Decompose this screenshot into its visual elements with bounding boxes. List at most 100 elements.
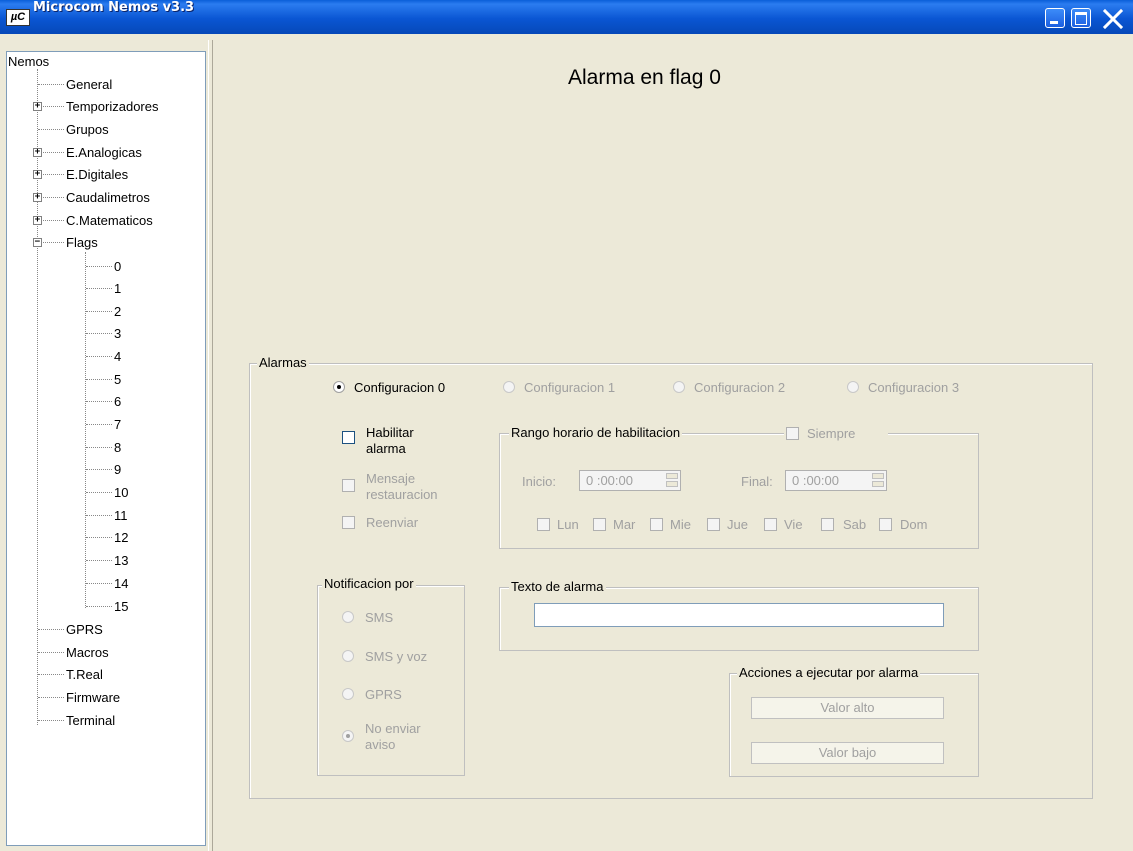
tree-item-caudalimetros[interactable]: Caudalimetros (66, 190, 150, 205)
tree-item-t-real[interactable]: T.Real (66, 667, 103, 682)
tree-item-flag[interactable]: 3 (114, 326, 121, 341)
panel-splitter[interactable] (208, 40, 213, 851)
tree-item-flag[interactable]: 8 (114, 440, 121, 455)
tree-item-flag[interactable]: 2 (114, 304, 121, 319)
reenviar-label[interactable]: Reenviar (366, 515, 418, 530)
habilitar-alarma-checkbox[interactable] (342, 431, 355, 444)
day-mie-label[interactable]: Mie (670, 517, 691, 532)
notif-no-enviar-radio[interactable] (342, 730, 354, 742)
valor-bajo-button[interactable]: Valor bajo (751, 742, 944, 764)
mensaje-restauracion-label[interactable]: Mensaje (366, 471, 415, 486)
expand-icon[interactable]: + (33, 193, 42, 202)
texto-alarma-legend: Texto de alarma (509, 579, 606, 594)
notificacion-legend: Notificacion por (322, 576, 416, 591)
config-0-radio[interactable] (333, 381, 345, 393)
day-dom-checkbox[interactable] (879, 518, 892, 531)
close-button[interactable] (1099, 8, 1127, 30)
config-1-radio[interactable] (503, 381, 515, 393)
day-lun-checkbox[interactable] (537, 518, 550, 531)
tree-item-flags[interactable]: Flags (66, 235, 98, 250)
tree-item-flag[interactable]: 14 (114, 576, 128, 591)
day-mar-label[interactable]: Mar (613, 517, 635, 532)
expand-icon[interactable]: + (33, 148, 42, 157)
tree-item-flag[interactable]: 12 (114, 530, 128, 545)
habilitar-alarma-label[interactable]: Habilitar (366, 425, 414, 440)
day-jue-checkbox[interactable] (707, 518, 720, 531)
texto-alarma-input[interactable] (534, 603, 944, 627)
tree-root-nemos[interactable]: Nemos (8, 54, 49, 69)
final-time-picker[interactable]: 0 :00:00 (785, 470, 887, 491)
rango-horario-legend: Rango horario de habilitacion (509, 425, 683, 440)
config-3-radio[interactable] (847, 381, 859, 393)
tree-item-flag[interactable]: 1 (114, 281, 121, 296)
tree-item-firmware[interactable]: Firmware (66, 690, 120, 705)
tree-item-flag[interactable]: 7 (114, 417, 121, 432)
day-vie-label[interactable]: Vie (784, 517, 803, 532)
tree-item-flag[interactable]: 5 (114, 372, 121, 387)
tree-item-flag[interactable]: 11 (114, 508, 128, 523)
tree-item-grupos[interactable]: Grupos (66, 122, 109, 137)
valor-alto-button[interactable]: Valor alto (751, 697, 944, 719)
tree-item-flag[interactable]: 13 (114, 553, 128, 568)
tree-item-flag[interactable]: 15 (114, 599, 128, 614)
expand-icon[interactable]: + (33, 170, 42, 179)
expand-icon[interactable]: + (33, 216, 42, 225)
config-2-label[interactable]: Configuracion 2 (694, 380, 785, 395)
notif-sms-voz-label[interactable]: SMS y voz (365, 649, 427, 664)
maximize-button[interactable] (1071, 8, 1091, 28)
tree-item-flag[interactable]: 0 (114, 259, 121, 274)
day-lun-label[interactable]: Lun (557, 517, 579, 532)
tree-item-flag[interactable]: 10 (114, 485, 128, 500)
alarmas-legend: Alarmas (257, 355, 309, 370)
tree-item-c-matematicos[interactable]: C.Matematicos (66, 213, 153, 228)
reenviar-checkbox[interactable] (342, 516, 355, 529)
window-title: Microcom Nemos v3.3 (33, 0, 195, 15)
config-3-label[interactable]: Configuracion 3 (868, 380, 959, 395)
habilitar-alarma-label[interactable]: alarma (366, 441, 406, 456)
final-label: Final: (741, 474, 773, 489)
title-bar[interactable]: µC Microcom Nemos v3.3 (0, 0, 1133, 34)
config-0-label[interactable]: Configuracion 0 (354, 380, 445, 395)
tree-item-temporizadores[interactable]: Temporizadores (66, 99, 159, 114)
tree-item-flag[interactable]: 9 (114, 462, 121, 477)
notif-sms-voz-radio[interactable] (342, 650, 354, 662)
mensaje-restauracion-checkbox[interactable] (342, 479, 355, 492)
inicio-label: Inicio: (522, 474, 556, 489)
tree-item-gprs[interactable]: GPRS (66, 622, 103, 637)
tree-item-e-digitales[interactable]: E.Digitales (66, 167, 128, 182)
app-logo-icon[interactable]: µC (6, 9, 30, 26)
tree-item-general[interactable]: General (66, 77, 112, 92)
inicio-time-value: 0 :00:00 (586, 473, 633, 488)
tree-item-terminal[interactable]: Terminal (66, 713, 115, 728)
tree-item-e-analogicas[interactable]: E.Analogicas (66, 145, 142, 160)
notif-gprs-radio[interactable] (342, 688, 354, 700)
navigation-tree[interactable]: Nemos General + Temporizadores Grupos + … (6, 51, 206, 846)
collapse-icon[interactable]: − (33, 238, 42, 247)
day-jue-label[interactable]: Jue (727, 517, 748, 532)
day-mar-checkbox[interactable] (593, 518, 606, 531)
day-sab-checkbox[interactable] (821, 518, 834, 531)
siempre-label[interactable]: Siempre (807, 426, 855, 441)
notif-no-enviar-label[interactable]: No enviar (365, 721, 421, 736)
minimize-button[interactable] (1045, 8, 1065, 28)
siempre-checkbox[interactable] (786, 427, 799, 440)
notif-no-enviar-label[interactable]: aviso (365, 737, 395, 752)
inicio-time-picker[interactable]: 0 :00:00 (579, 470, 681, 491)
tree-item-macros[interactable]: Macros (66, 645, 109, 660)
day-sab-label[interactable]: Sab (843, 517, 866, 532)
notif-sms-label[interactable]: SMS (365, 610, 393, 625)
notif-sms-radio[interactable] (342, 611, 354, 623)
day-mie-checkbox[interactable] (650, 518, 663, 531)
config-2-radio[interactable] (673, 381, 685, 393)
close-icon (1102, 8, 1124, 30)
spin-arrows-icon[interactable] (666, 473, 678, 488)
spin-arrows-icon[interactable] (872, 473, 884, 488)
day-vie-checkbox[interactable] (764, 518, 777, 531)
mensaje-restauracion-label[interactable]: restauracion (366, 487, 438, 502)
config-1-label[interactable]: Configuracion 1 (524, 380, 615, 395)
expand-icon[interactable]: + (33, 102, 42, 111)
tree-item-flag[interactable]: 6 (114, 394, 121, 409)
day-dom-label[interactable]: Dom (900, 517, 927, 532)
notif-gprs-label[interactable]: GPRS (365, 687, 402, 702)
tree-item-flag[interactable]: 4 (114, 349, 121, 364)
